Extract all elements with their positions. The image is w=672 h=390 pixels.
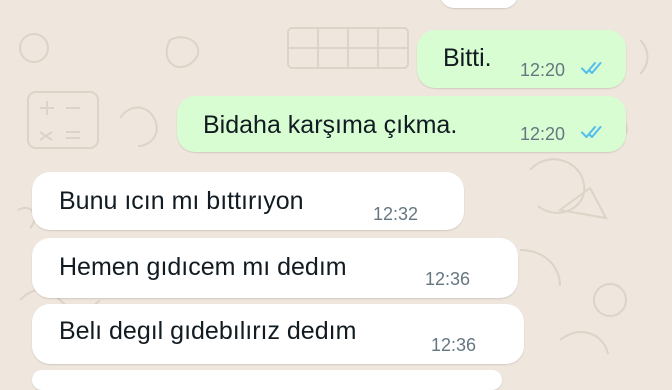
message-time: 12:36	[431, 335, 477, 355]
message-time: 12:32	[373, 204, 419, 224]
message-time: 12:36	[425, 269, 471, 289]
message-time: 12:20	[520, 60, 566, 80]
message-text: Bitti.	[443, 44, 492, 72]
message-bubble-partial	[32, 370, 502, 390]
double-check-read-icon	[581, 62, 602, 74]
message-text: Bidaha karşıma çıkma.	[203, 111, 458, 139]
double-check-read-icon	[581, 126, 602, 138]
message-text: Bunu ıcın mı bıttırıyon	[59, 187, 304, 215]
message-bubble-incoming[interactable]: Hemen gıdıcem mı dedım 12:36	[32, 238, 518, 298]
message-text: Belı degıl gıdebılırız dedım	[59, 317, 357, 345]
message-bubble-outgoing[interactable]: Bidaha karşıma çıkma. 12:20	[177, 96, 626, 152]
message-bubble-outgoing[interactable]: Bitti. 12:20	[417, 30, 626, 88]
message-bubble-partial	[440, 0, 518, 8]
message-bubble-incoming[interactable]: Bunu ıcın mı bıttırıyon 12:32	[32, 172, 464, 230]
message-time: 12:20	[520, 124, 566, 144]
message-bubble-incoming[interactable]: Belı degıl gıdebılırız dedım 12:36	[32, 304, 524, 364]
message-text: Hemen gıdıcem mı dedım	[59, 253, 347, 281]
